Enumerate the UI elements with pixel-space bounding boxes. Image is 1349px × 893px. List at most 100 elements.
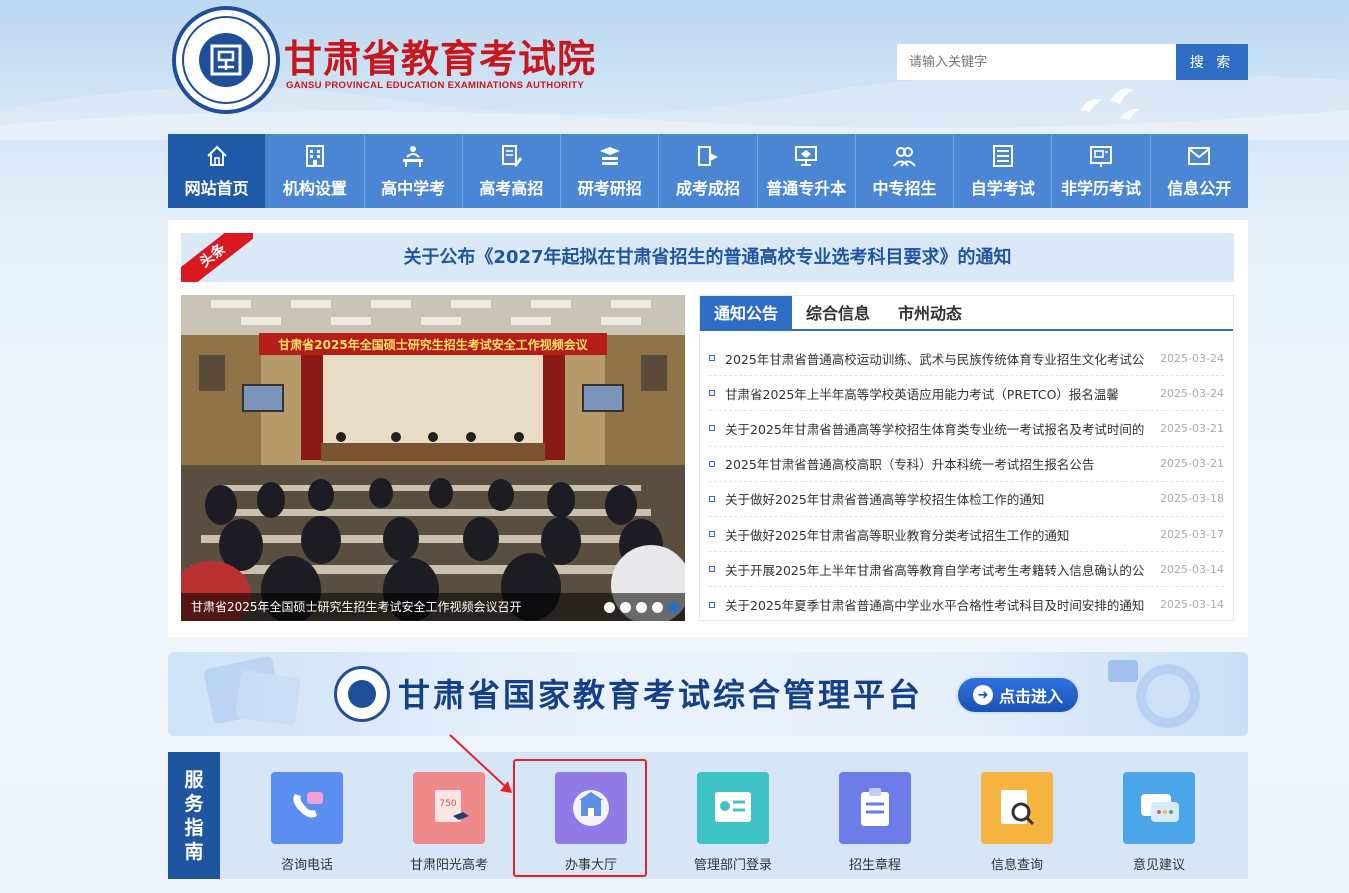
svg-text:750: 750 <box>439 799 456 809</box>
site-title[interactable]: 甘肃省教育考试院 <box>284 28 596 83</box>
carousel-dot[interactable] <box>604 602 615 613</box>
nav-item-1[interactable]: 机构设置 <box>266 134 365 208</box>
news-list: 2025年甘肃省普通高校运动训练、武术与民族传统体育专业招生文化考试公 2025-… <box>700 341 1233 623</box>
enter-platform-button[interactable]: ➜ 点击进入 <box>956 676 1080 714</box>
list-item[interactable]: 甘肃省2025年上半年高等学校英语应用能力考试（PRETCO）报名温馨 2025-… <box>709 376 1224 412</box>
conference-photo: 甘肃省2025年全国硕士研究生招生考试安全工作视频会议 <box>181 295 685 621</box>
id-card-icon[interactable] <box>697 772 769 844</box>
headline-ribbon: 头条 <box>181 233 253 282</box>
site-subtitle: GANSU PROVINCAL EDUCATION EXAMINATIONS A… <box>286 80 584 91</box>
news-title[interactable]: 关于做好2025年甘肃省高等职业教育分类考试招生工作的通知 <box>725 525 1148 544</box>
news-title[interactable]: 甘肃省2025年上半年高等学校英语应用能力考试（PRETCO）报名温馨 <box>725 384 1148 403</box>
carousel-dot[interactable] <box>620 602 631 613</box>
news-panel: 通知公告 综合信息 市州动态 2025年甘肃省普通高校运动训练、武术与民族传统体… <box>699 295 1234 621</box>
news-date: 2025-03-21 <box>1160 421 1224 435</box>
main-content: 关于公布《2027年起拟在甘肃省招生的普通高校专业选考科目要求》的通知 头条 甘… <box>168 220 1248 637</box>
news-title[interactable]: 2025年甘肃省普通高校高职（专科）升本科统一考试招生报名公告 <box>725 454 1148 473</box>
headline-tag: 头条 <box>181 233 253 282</box>
service-item-label[interactable]: 招生章程 <box>849 854 901 873</box>
nav-item-4[interactable]: 研考研招 <box>561 134 660 208</box>
service-guide-char: 南 <box>184 840 204 863</box>
phone-chat-icon[interactable] <box>271 772 343 844</box>
list-item[interactable]: 2025年甘肃省普通高校高职（专科）升本科统一考试招生报名公告 2025-03-2… <box>709 447 1224 482</box>
news-title[interactable]: 关于2025年甘肃省普通高等学校招生体育类专业统一考试报名及考试时间的 <box>725 419 1148 438</box>
highlight-box <box>513 759 647 877</box>
carousel-dot-active[interactable] <box>668 602 679 613</box>
nav-item-label: 信息公开 <box>1167 179 1232 198</box>
list-item[interactable]: 关于做好2025年甘肃省普通高等学校招生体检工作的通知 2025-03-18 <box>709 482 1224 517</box>
service-item-label[interactable]: 甘肃阳光高考 <box>410 854 488 873</box>
home-icon <box>206 145 227 166</box>
list-item[interactable]: 2025年甘肃省普通高校运动训练、武术与民族传统体育专业招生文化考试公 2025-… <box>709 341 1224 377</box>
news-tabs: 通知公告 综合信息 市州动态 <box>700 296 1233 331</box>
service-item-label[interactable]: 信息查询 <box>991 854 1043 873</box>
nav-item-3[interactable]: 高考高招 <box>463 134 562 208</box>
users-icon <box>893 147 917 167</box>
news-title[interactable]: 关于做好2025年甘肃省普通高等学校招生体检工作的通知 <box>725 489 1148 508</box>
document-pen-icon <box>502 145 523 167</box>
news-date: 2025-03-17 <box>1160 527 1224 541</box>
enter-button-label: 点击进入 <box>998 687 1063 706</box>
platform-title[interactable]: 甘肃省国家教育考试综合管理平台 <box>398 670 923 716</box>
feedback-chat-icon[interactable] <box>1123 772 1195 844</box>
news-date: 2025-03-14 <box>1160 598 1224 612</box>
list-item[interactable]: 关于2025年甘肃省普通高等学校招生体育类专业统一考试报名及考试时间的 2025-… <box>709 411 1224 447</box>
building-icon <box>305 145 324 167</box>
service-item-label[interactable]: 咨询电话 <box>281 854 333 873</box>
nav-item-label: 机构设置 <box>282 179 347 198</box>
bullet-icon <box>709 495 715 502</box>
service-item-6[interactable]: 意见建议 <box>1104 772 1214 873</box>
nav-item-6[interactable]: 普通专升本 <box>758 134 856 208</box>
service-guide-char: 指 <box>184 816 204 839</box>
tab-notices[interactable]: 通知公告 <box>700 296 793 329</box>
search-input[interactable] <box>897 44 1176 80</box>
list-item[interactable]: 关于做好2025年甘肃省高等职业教育分类考试招生工作的通知 2025-03-17 <box>709 517 1224 553</box>
service-item-5[interactable]: 信息查询 <box>962 772 1072 873</box>
clipboard-icon[interactable] <box>839 772 911 844</box>
tab-general-info[interactable]: 综合信息 <box>792 296 884 329</box>
tab-city-news[interactable]: 市州动态 <box>884 296 976 329</box>
service-item-label[interactable]: 管理部门登录 <box>694 854 772 873</box>
headline-bar[interactable]: 关于公布《2027年起拟在甘肃省招生的普通高校专业选考科目要求》的通知 头条 <box>181 233 1234 282</box>
presentation-icon <box>697 146 718 166</box>
list-item[interactable]: 关于2025年夏季甘肃省普通高中学业水平合格性考试科目及时间安排的通知 2025-… <box>709 587 1224 622</box>
site-header: 甘肃省教育考试院 GANSU PROVINCAL EDUCATION EXAMI… <box>168 0 1248 125</box>
news-date: 2025-03-21 <box>1160 457 1224 471</box>
service-item-4[interactable]: 招生章程 <box>820 772 930 873</box>
nav-item-5[interactable]: 成考成招 <box>659 134 758 208</box>
carousel-dot[interactable] <box>652 602 663 613</box>
carousel-banner-text: 甘肃省2025年全国硕士研究生招生考试安全工作视频会议 <box>278 337 588 352</box>
nav-item-label: 自学考试 <box>970 179 1035 198</box>
bullet-icon <box>709 390 715 397</box>
certificate-icon <box>1090 146 1113 167</box>
nav-item-10[interactable]: 信息公开 <box>1151 134 1248 208</box>
service-item-3[interactable]: 管理部门登录 <box>678 772 788 873</box>
list-item[interactable]: 关于开展2025年上半年甘肃省高等教育自学考试考生考籍转入信息确认的公 2025-… <box>709 552 1224 588</box>
service-guide-char: 务 <box>184 792 204 815</box>
service-guide-char: 服 <box>184 768 204 791</box>
nav-item-label: 成考成招 <box>675 179 740 198</box>
exam-platform-banner[interactable]: 甘肃省国家教育考试综合管理平台 ➜ 点击进入 <box>168 652 1248 736</box>
bullet-icon <box>709 460 715 467</box>
news-title[interactable]: 关于2025年夏季甘肃省普通高中学业水平合格性考试科目及时间安排的通知 <box>725 595 1148 614</box>
nav-item-7[interactable]: 中专招生 <box>856 134 955 208</box>
news-date: 2025-03-24 <box>1160 351 1224 365</box>
nav-item-8[interactable]: 自学考试 <box>954 134 1053 208</box>
service-item-label[interactable]: 意见建议 <box>1133 854 1185 873</box>
search-button[interactable]: 搜 索 <box>1176 44 1248 80</box>
search-document-icon[interactable] <box>981 772 1053 844</box>
bullet-icon <box>709 601 715 608</box>
nav-item-0[interactable]: 网站首页 <box>168 134 267 208</box>
headline-text[interactable]: 关于公布《2027年起拟在甘肃省招生的普通高校专业选考科目要求》的通知 <box>181 233 1234 282</box>
carousel-dot[interactable] <box>636 602 647 613</box>
nav-item-2[interactable]: 高中学考 <box>365 134 463 208</box>
service-item-0[interactable]: 咨询电话 <box>252 772 362 873</box>
news-title[interactable]: 2025年甘肃省普通高校运动训练、武术与民族传统体育专业招生文化考试公 <box>725 349 1148 368</box>
nav-item-label: 研考研招 <box>577 179 642 198</box>
mail-icon <box>1188 147 1211 165</box>
photo-carousel[interactable]: 甘肃省2025年全国硕士研究生招生考试安全工作视频会议 甘肃省2025年全国硕士… <box>181 295 685 621</box>
news-title[interactable]: 关于开展2025年上半年甘肃省高等教育自学考试考生考籍转入信息确认的公 <box>725 560 1148 579</box>
nav-item-label: 非学历考试 <box>1061 179 1142 198</box>
nav-item-9[interactable]: 非学历考试 <box>1052 134 1151 208</box>
site-logo-seal[interactable] <box>172 6 280 114</box>
